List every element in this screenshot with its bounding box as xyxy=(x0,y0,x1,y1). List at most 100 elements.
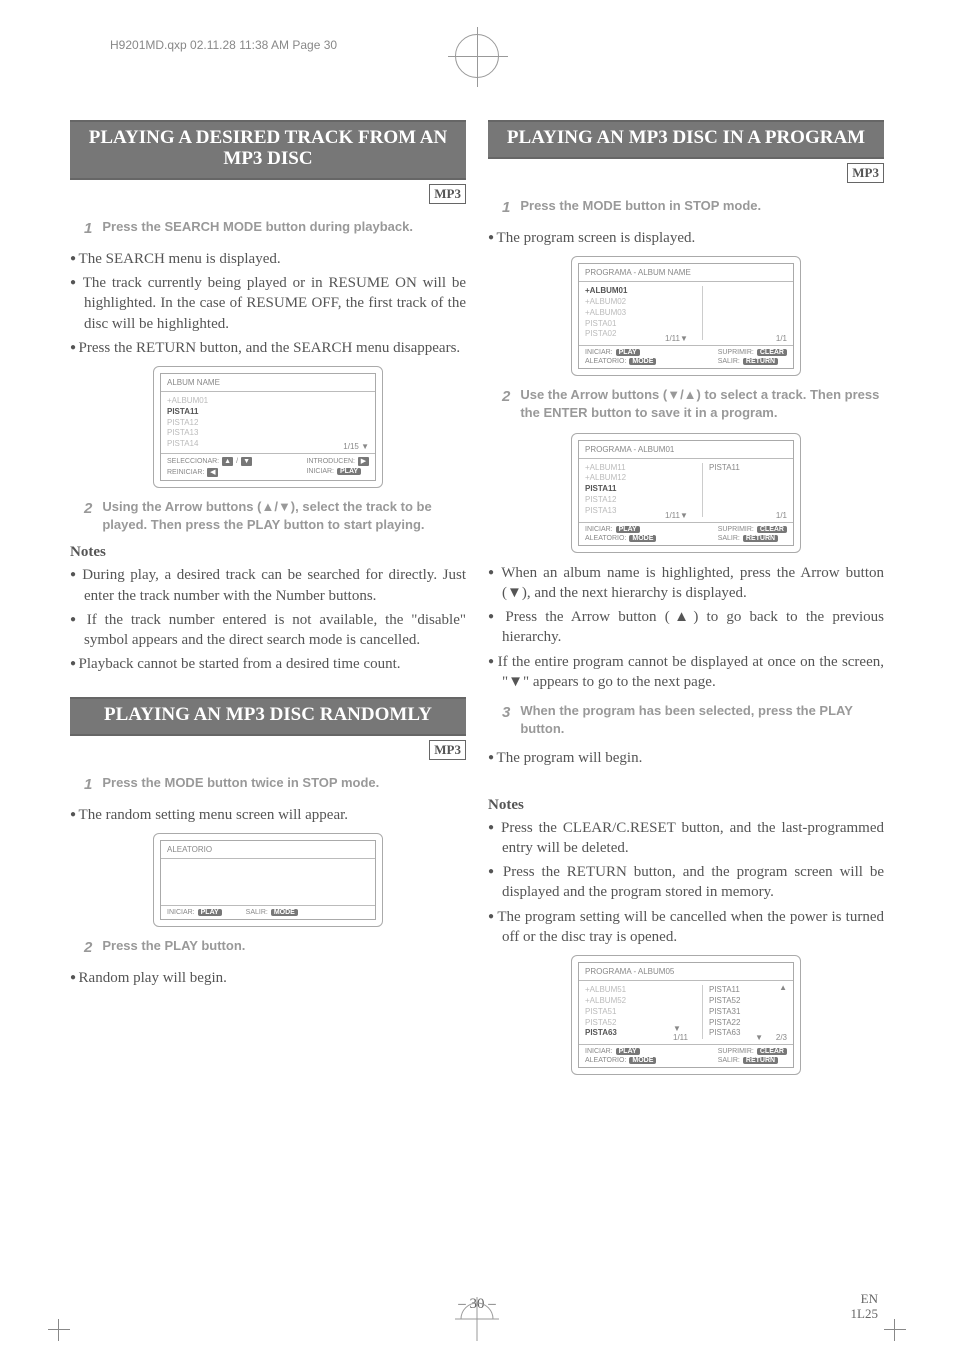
bullet-item: If the entire program cannot be displaye… xyxy=(488,652,884,693)
note-item: If the track number entered is not avail… xyxy=(70,610,466,651)
list-item: +ALBUM03 xyxy=(585,308,702,319)
page-indicator-left: 1/11▼ xyxy=(665,334,688,343)
step-text: Press the SEARCH MODE button during play… xyxy=(102,218,413,239)
foot-label: SALIR: xyxy=(246,909,268,916)
arrow-right-icon: ▶ xyxy=(358,457,369,466)
program-list: PISTA11 PISTA52 PISTA31 PISTA22 PISTA63 xyxy=(709,985,740,1039)
panel-title: ALEATORIO xyxy=(161,841,375,858)
note-item: The program setting will be cancelled wh… xyxy=(488,907,884,948)
foot-label: ALEATORIO: xyxy=(585,358,626,365)
step-text: When the program has been selected, pres… xyxy=(520,702,884,738)
foot-label: INTRODUCEN: xyxy=(306,458,355,465)
ui-panel-program-a: PROGRAMA - ALBUM NAME +ALBUM01 +ALBUM02 … xyxy=(571,256,801,376)
play-pill: PLAY xyxy=(616,1048,640,1055)
play-pill: PLAY xyxy=(198,909,222,916)
program-item: PISTA11 xyxy=(709,463,740,474)
footer-code: EN 1L25 xyxy=(851,1292,878,1321)
step-number: 3 xyxy=(502,702,510,738)
section-title-desired-track: PLAYING A DESIRED TRACK FROM AN MP3 DISC xyxy=(70,120,466,180)
step-number: 1 xyxy=(84,218,92,239)
notes-list: Press the CLEAR/C.RESET button, and the … xyxy=(488,818,884,948)
foot-label: ALEATORIO: xyxy=(585,535,626,542)
list-item: PISTA11 xyxy=(167,407,369,418)
list-item: +ALBUM51 xyxy=(585,985,702,996)
mode-pill: MODE xyxy=(629,1057,656,1064)
panel-title: PROGRAMA - ALBUM01 xyxy=(579,441,793,459)
foot-label: INICIAR: xyxy=(585,526,613,533)
list-item: +ALBUM12 xyxy=(585,473,702,484)
return-pill: RETURN xyxy=(743,535,778,542)
step-2-1: 1 Press the MODE button twice in STOP mo… xyxy=(84,774,466,795)
section-title-random: PLAYING AN MP3 DISC RANDOMLY xyxy=(70,697,466,736)
list-item: PISTA51 xyxy=(585,1007,702,1018)
bullet-list: Random play will begin. xyxy=(70,968,466,988)
page-indicator-right: 1/1 xyxy=(776,334,787,343)
page-indicator-right: 1/1 xyxy=(776,511,787,520)
step-1-2: 2 Using the Arrow buttons (▲/▼), select … xyxy=(84,498,466,534)
program-item: PISTA31 xyxy=(709,1007,740,1018)
bullet-item: The SEARCH menu is displayed. xyxy=(70,249,466,269)
step-3-3: 3 When the program has been selected, pr… xyxy=(502,702,884,738)
note-item: Press the RETURN button, and the program… xyxy=(488,862,884,903)
step-number: 2 xyxy=(502,386,510,422)
foot-label: SALIR: xyxy=(718,535,740,542)
page-indicator: 1/15 ▼ xyxy=(343,442,369,451)
print-header: H9201MD.qxp 02.11.28 11:38 AM Page 30 xyxy=(110,38,337,52)
note-item: During play, a desired track can be sear… xyxy=(70,565,466,606)
step-number: 2 xyxy=(84,498,92,534)
arrow-up-icon: ▲ xyxy=(222,457,233,466)
play-pill: PLAY xyxy=(616,526,640,533)
foot-label: INICIAR: xyxy=(585,1048,613,1055)
note-item: Press the CLEAR/C.RESET button, and the … xyxy=(488,818,884,859)
badge-mp3-3: MP3 xyxy=(847,163,884,183)
page-indicator-left: 1/11▼ xyxy=(665,511,688,520)
bullet-list: The program screen is displayed. xyxy=(488,228,884,248)
registration-mark-top xyxy=(455,34,499,78)
ui-panel-program-b: PROGRAMA - ALBUM01 +ALBUM11 +ALBUM12 PIS… xyxy=(571,433,801,553)
step-3-2: 2 Use the Arrow buttons (▼/▲) to select … xyxy=(502,386,884,422)
step-text: Using the Arrow buttons (▲/▼), select th… xyxy=(102,498,466,534)
arrow-up-icon: ▲ xyxy=(779,983,787,992)
mode-pill: MODE xyxy=(271,909,298,916)
bullet-item: Press the Arrow button (▲) to go back to… xyxy=(488,607,884,648)
bullet-item: The track currently being played or in R… xyxy=(70,273,466,334)
step-number: 1 xyxy=(84,774,92,795)
program-item: PISTA22 xyxy=(709,1018,740,1029)
foot-label: SUPRIMIR: xyxy=(718,1048,754,1055)
list-item: PISTA13 xyxy=(167,428,369,439)
arrow-left-icon: ◀ xyxy=(207,468,218,477)
play-pill: PLAY xyxy=(616,349,640,356)
bullet-item: The program screen is displayed. xyxy=(488,228,884,248)
bullet-list: When an album name is highlighted, press… xyxy=(488,563,884,693)
list-item: PISTA01 xyxy=(585,319,702,330)
arrow-down-icon: ▼ xyxy=(755,1033,763,1042)
return-pill: RETURN xyxy=(743,358,778,365)
panel-title: ALBUM NAME xyxy=(161,374,375,392)
foot-label: INICIAR: xyxy=(585,349,613,356)
bullet-list: The SEARCH menu is displayed. The track … xyxy=(70,249,466,358)
badge-mp3-2: MP3 xyxy=(429,740,466,760)
list-item: +ALBUM01 xyxy=(167,396,369,407)
panel-title: PROGRAMA - ALBUM NAME xyxy=(579,264,793,282)
foot-label: SELECCIONAR: xyxy=(167,458,219,465)
footer-code-value: 1L25 xyxy=(851,1306,878,1321)
step-text: Press the PLAY button. xyxy=(102,937,245,958)
step-text: Press the MODE button in STOP mode. xyxy=(520,197,761,218)
bullet-list: The random setting menu screen will appe… xyxy=(70,805,466,825)
foot-label: SALIR: xyxy=(718,358,740,365)
list-item: PISTA14 xyxy=(167,439,369,450)
foot-label: SALIR: xyxy=(718,1057,740,1064)
ui-panel-search: ALBUM NAME +ALBUM01 PISTA11 PISTA12 PIST… xyxy=(153,366,383,488)
clear-pill: CLEAR xyxy=(757,349,787,356)
return-pill: RETURN xyxy=(743,1057,778,1064)
panel-title: PROGRAMA - ALBUM05 xyxy=(579,963,793,981)
list-item: PISTA11 xyxy=(585,484,702,495)
list-item: +ALBUM11 xyxy=(585,463,702,474)
section-title-program: PLAYING AN MP3 DISC IN A PROGRAM xyxy=(488,120,884,159)
step-number: 1 xyxy=(502,197,510,218)
notes-heading: Notes xyxy=(70,544,466,561)
step-3-1: 1 Press the MODE button in STOP mode. xyxy=(502,197,884,218)
foot-label: REINICIAR: xyxy=(167,469,204,476)
page-indicator-right: 2/3 xyxy=(776,1033,787,1042)
bullet-item: Press the RETURN button, and the SEARCH … xyxy=(70,338,466,358)
